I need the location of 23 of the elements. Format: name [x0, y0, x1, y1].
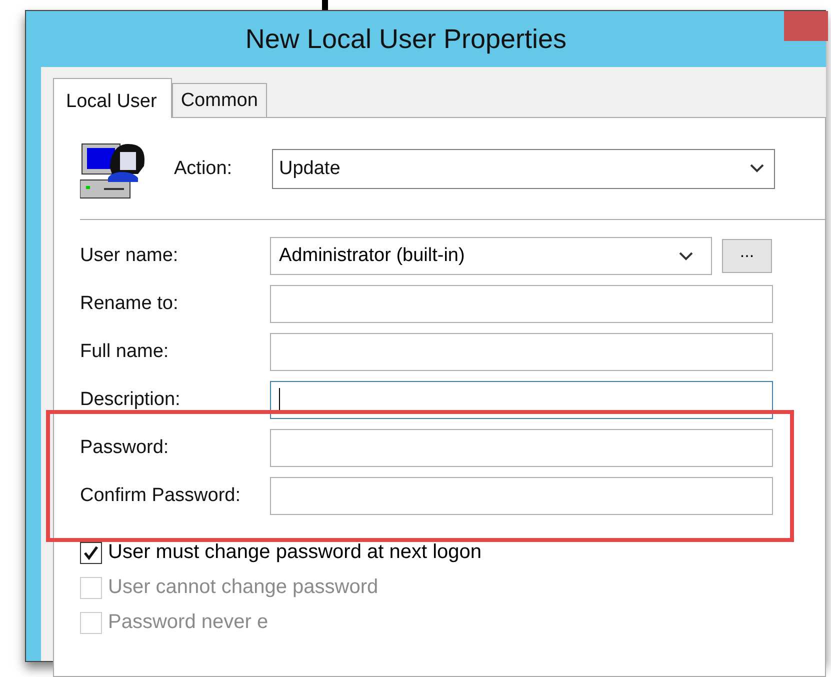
chevron-icon: [750, 164, 764, 173]
tab[interactable]: Common: [172, 83, 267, 117]
action-label: Action:: [174, 158, 234, 180]
browse-button[interactable]: ...: [722, 239, 772, 273]
field-label: Description:: [80, 389, 182, 411]
checkbox-label: User cannot change password: [108, 576, 378, 599]
user-name-dropdown[interactable]: Administrator (built-in): [270, 237, 712, 275]
chevron-icon: [679, 252, 693, 260]
field-label: Rename to:: [80, 293, 180, 315]
checkbox-label: Password never e: [108, 611, 268, 634]
tab[interactable]: Local User: [53, 78, 172, 118]
checkbox[interactable]: [80, 542, 102, 564]
field-label: Confirm Password:: [80, 485, 242, 507]
text-field[interactable]: [270, 285, 773, 323]
text-field[interactable]: [270, 477, 773, 515]
checkbox-label: User must change password at next logon: [108, 541, 482, 564]
field-label: User name:: [80, 245, 180, 267]
window-title: New Local User Properties: [245, 24, 567, 54]
field-label: Full name:: [80, 341, 170, 363]
text-field[interactable]: [270, 333, 773, 371]
action-dropdown[interactable]: Update: [272, 148, 775, 188]
text-field[interactable]: [270, 429, 773, 467]
field-label: Password:: [80, 437, 170, 459]
